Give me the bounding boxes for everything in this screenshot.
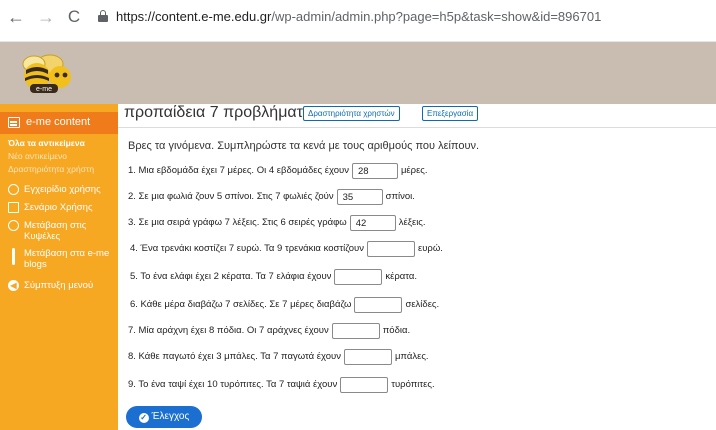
question-3-text: 3. Σε μια σειρά γράφω 7 λέξεις. Στις 6 σ… [128, 217, 347, 228]
logo-text: e-me [36, 86, 52, 93]
sidebar-item-blogs-label: Μετάβαση στα e-me blogs [24, 248, 110, 270]
question-4-text: 4. Ένα τρενάκι κοστίζει 7 ευρώ. Τα 9 τρε… [130, 243, 364, 254]
check-circle-icon: ✓ [138, 413, 149, 423]
check-button-label: Έλεγχος [151, 411, 190, 422]
e-me-logo[interactable]: e-me [10, 50, 76, 96]
back-arrow-icon[interactable]: ← [6, 7, 26, 27]
question-5-text: 5. Το ένα ελάφι έχει 2 κέρατα. Τα 7 ελάφ… [130, 271, 332, 282]
question-5: 5. Το ένα ελάφι έχει 2 κέρατα. Τα 7 ελάφ… [130, 268, 417, 286]
question-1: 1. Μια εβδομάδα έχει 7 μέρες. Οι 4 εβδομ… [128, 162, 428, 180]
question-3-input[interactable] [349, 215, 396, 231]
question-7-text: 7. Μία αράχνη έχει 8 πόδια. Οι 7 αράχνες… [128, 325, 329, 336]
question-5-input[interactable] [334, 269, 383, 285]
sidebar-sub-all-items[interactable]: Όλα τα αντικείμενα [8, 138, 85, 148]
help-circle-icon [8, 184, 19, 195]
reload-icon[interactable]: C [64, 7, 84, 27]
question-2-unit: σπίνοι. [385, 191, 415, 202]
instructions-text: Βρες τα γινόμενα. Συμπληρώστε τα κενά με… [128, 140, 480, 152]
question-2-input[interactable] [336, 189, 383, 205]
question-7-unit: πόδια. [382, 325, 411, 336]
question-1-text: 1. Μια εβδομάδα έχει 7 μέρες. Οι 4 εβδομ… [128, 165, 349, 176]
question-3-unit: λέξεις. [398, 217, 426, 228]
list-icon [8, 117, 20, 128]
question-6: 6. Κάθε μέρα διαβάζω 7 σελίδες. Σε 7 μέρ… [130, 296, 439, 314]
question-3: 3. Σε μια σειρά γράφω 7 λέξεις. Στις 6 σ… [128, 214, 426, 232]
check-button[interactable]: ✓ Έλεγχος [126, 406, 202, 428]
user-activity-button[interactable]: Δραστηριότητα χρηστών [303, 106, 400, 121]
collapse-icon: ◀ [8, 280, 19, 291]
sidebar-item-e-me-content[interactable]: e-me content [0, 112, 125, 134]
question-6-unit: σελίδες. [405, 299, 440, 310]
browser-toolbar: ← → C https://content.e-me.edu.gr/wp-adm… [0, 0, 716, 42]
sidebar-item-manual-label: Εγχειρίδιο χρήσης [24, 184, 101, 195]
sidebar-active-label: e-me content [26, 116, 91, 128]
page-title: προπαίδεια 7 προβλήματα [124, 104, 313, 121]
question-9: 9. Το ένα ταψί έχει 10 τυρόπιτες. Τα 7 τ… [128, 376, 435, 394]
sidebar-item-collapse-label: Σύμπτυξη μενού [24, 280, 94, 291]
lock-icon [98, 10, 108, 22]
question-5-unit: κέρατα. [385, 271, 418, 282]
edit-button[interactable]: Επεξεργασία [422, 106, 479, 121]
main-content: προπαίδεια 7 προβλήματα Δραστηριότητα χρ… [118, 104, 716, 430]
question-7-input[interactable] [331, 323, 380, 339]
question-2: 2. Σε μια φωλιά ζουν 5 σπίνοι. Στις 7 φω… [128, 188, 415, 206]
sidebar-item-scenario-label: Σενάριο Χρήσης [24, 202, 93, 213]
question-9-input[interactable] [340, 377, 389, 393]
url-path: /wp-admin/admin.php?page=h5p&task=show&i… [271, 9, 602, 24]
question-1-unit: μέρες. [400, 165, 428, 176]
question-4-unit: ευρώ. [418, 243, 443, 254]
question-4: 4. Ένα τρενάκι κοστίζει 7 ευρώ. Τα 9 τρε… [130, 240, 443, 258]
question-4-input[interactable] [367, 241, 415, 257]
question-7: 7. Μία αράχνη έχει 8 πόδια. Οι 7 αράχνες… [128, 322, 410, 340]
question-8-unit: μπάλες. [394, 351, 429, 362]
forward-arrow-icon[interactable]: → [36, 7, 56, 27]
address-bar[interactable]: https://content.e-me.edu.gr/wp-admin/adm… [116, 9, 601, 24]
question-8: 8. Κάθε παγωτό έχει 3 μπάλες. Τα 7 παγωτ… [128, 348, 429, 366]
site-header: e-me [0, 42, 716, 104]
question-6-input[interactable] [354, 297, 403, 313]
question-2-text: 2. Σε μια φωλιά ζουν 5 σπίνοι. Στις 7 φω… [128, 191, 334, 202]
question-1-input[interactable] [351, 163, 398, 179]
title-divider [118, 127, 716, 128]
question-8-input[interactable] [343, 349, 392, 365]
pin-icon [12, 248, 15, 265]
url-host: https://content.e-me.edu.gr [116, 9, 272, 24]
question-6-text: 6. Κάθε μέρα διαβάζω 7 σελίδες. Σε 7 μέρ… [130, 299, 352, 310]
document-icon [8, 202, 19, 213]
sidebar-sub-user-activity[interactable]: Δραστηριότητα χρήστη [8, 164, 94, 174]
question-9-text: 9. Το ένα ταψί έχει 10 τυρόπιτες. Τα 7 τ… [128, 379, 338, 390]
admin-sidebar: e-me content Όλα τα αντικείμενα Νέο αντι… [0, 104, 125, 430]
sidebar-item-hives-label: Μετάβαση στις Κυψέλες [24, 220, 87, 242]
question-9-unit: τυρόπιτες. [391, 379, 435, 390]
question-8-text: 8. Κάθε παγωτό έχει 3 μπάλες. Τα 7 παγωτ… [128, 351, 341, 362]
circle-icon [8, 220, 19, 231]
sidebar-sub-new-item[interactable]: Νέο αντικείμενο [8, 151, 67, 161]
